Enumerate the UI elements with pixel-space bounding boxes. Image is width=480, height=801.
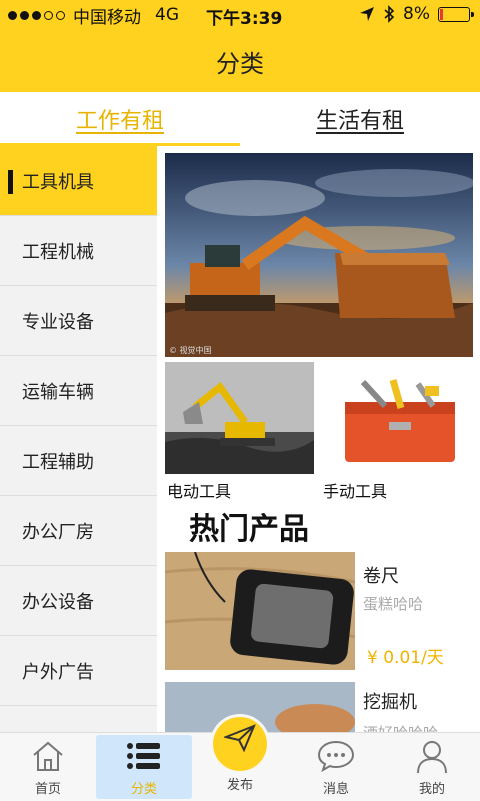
paper-plane-icon [224,724,256,753]
nav-category[interactable]: 分类 [96,733,192,801]
sidebar-item-office-equipment[interactable]: 办公设备 [0,566,157,636]
tab-life-rental[interactable]: 生活有租 [240,92,480,146]
network-type: 4G [155,5,179,25]
tab-label: 生活有租 [315,109,404,134]
status-bar: 中国移动 4G 下午3:39 8% [0,0,480,30]
user-icon [417,741,447,774]
electric-tools-label[interactable]: 电动工具 [167,478,231,502]
sidebar-item-equipment[interactable]: 专业设备 [0,286,157,356]
category-sidebar: 工具机具 工程机械 专业设备 运输车辆 工程辅助 办公厂房 办公设备 户外广告 [0,146,157,732]
chat-icon [317,740,355,773]
title-bar: 分类 [0,30,480,92]
sidebar-item-label: 运输车辆 [22,381,94,403]
hot-products-title: 热门产品 [189,512,309,547]
sidebar-item-machinery[interactable]: 工程机械 [0,216,157,286]
nav-label: 首页 [34,782,61,797]
nav-label: 分类 [130,782,157,797]
tab-work-rental[interactable]: 工作有租 [0,92,240,146]
sidebar-item-vehicles[interactable]: 运输车辆 [0,356,157,426]
home-icon [33,741,63,771]
sidebar-item-outdoor-ads[interactable]: 户外广告 [0,636,157,706]
bluetooth-icon [384,5,395,23]
nav-messages[interactable]: 消息 [288,733,384,801]
tab-label: 工作有租 [75,109,164,134]
manual-tools-label[interactable]: 手动工具 [323,478,387,502]
svg-text:© 视觉中国: © 视觉中国 [169,345,212,355]
nav-label: 发布 [226,778,253,793]
sidebar-item-label: 户外广告 [22,661,94,683]
sidebar-item-offices[interactable]: 办公厂房 [0,496,157,566]
electric-tools-image[interactable] [165,362,314,474]
category-content: © 视觉中国 电动工具 手动工具 热门产品 卷尺 蛋糕哈哈 ¥ 0.01/天 挖… [157,146,480,732]
product-image [165,682,355,732]
page-title: 分类 [216,49,264,78]
sidebar-item-tools[interactable]: 工具机具 [0,146,157,216]
product-card[interactable]: 挖掘机 酒好哈哈哈 [165,682,473,732]
product-image [165,552,355,670]
nav-label: 消息 [322,782,349,797]
publish-button[interactable] [213,717,267,771]
product-card[interactable]: 卷尺 蛋糕哈哈 ¥ 0.01/天 [165,552,473,670]
carrier-name: 中国移动 [73,7,141,28]
product-name: 挖掘机 [363,692,417,713]
list-icon [127,743,160,769]
nav-profile[interactable]: 我的 [384,733,480,801]
sidebar-item-label: 办公设备 [22,591,94,613]
location-arrow-icon [360,7,375,21]
bottom-navigation: 首页 分类 发布 消息 我的 [0,717,480,801]
sidebar-item-label: 办公厂房 [22,521,94,543]
category-tabs: 工作有租 生活有租 [0,92,480,146]
sidebar-item-label: 工具机具 [22,171,94,193]
nav-home[interactable]: 首页 [0,733,96,801]
product-name: 卷尺 [363,566,399,587]
sidebar-item-label: 工程机械 [22,241,94,263]
sidebar-item-label: 工程辅助 [22,451,94,473]
product-description: 酒好哈哈哈 [363,722,438,732]
sidebar-item-label: 专业设备 [22,311,94,333]
signal-strength-icon [8,10,65,20]
nav-publish[interactable]: 发布 [192,717,288,801]
manual-tools-image[interactable] [323,362,472,474]
nav-label: 我的 [418,782,445,797]
sidebar-item-auxiliary[interactable]: 工程辅助 [0,426,157,496]
battery-percentage: 8% [403,4,430,24]
product-description: 蛋糕哈哈 [363,595,424,613]
battery-icon [438,6,474,22]
product-price: ¥ 0.01/天 [367,648,444,668]
banner-image[interactable]: © 视觉中国 [165,153,473,357]
status-time: 下午3:39 [206,9,283,29]
